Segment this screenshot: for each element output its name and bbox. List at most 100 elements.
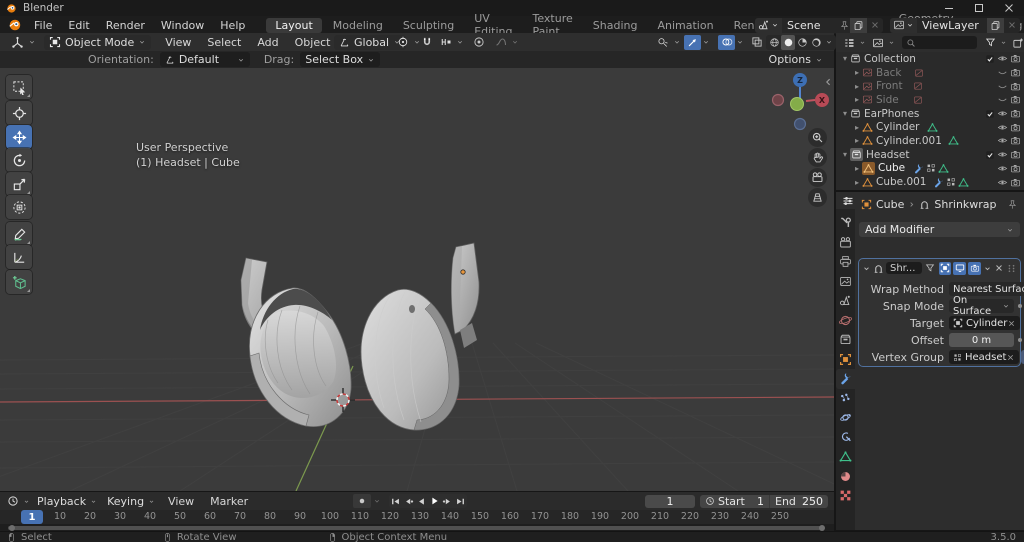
- modifier-extras-chevron-icon[interactable]: [983, 264, 992, 273]
- editor-type-button[interactable]: [6, 35, 41, 50]
- camera-render-icon[interactable]: [1010, 122, 1021, 133]
- menu-timeline-view[interactable]: View: [160, 495, 202, 508]
- animate-dot[interactable]: [1018, 304, 1022, 308]
- snap-mode-dropdown[interactable]: On Surface: [949, 299, 1014, 313]
- expander-icon[interactable]: ▸: [852, 82, 862, 91]
- perspective-toggle-button[interactable]: [808, 188, 827, 207]
- eye-closed-icon[interactable]: [997, 67, 1008, 78]
- shading-rendered-button[interactable]: [809, 35, 823, 50]
- expander-icon[interactable]: ▸: [852, 178, 862, 187]
- menu-select[interactable]: Select: [199, 36, 249, 49]
- gizmo-x-neg-axis[interactable]: [773, 95, 784, 106]
- tab-render[interactable]: [836, 233, 855, 253]
- collapse-chevron-icon[interactable]: [862, 264, 871, 273]
- tool-scale[interactable]: [6, 172, 32, 196]
- timeline-scrollbar[interactable]: [0, 524, 834, 531]
- scrollbar-right-handle[interactable]: [819, 525, 825, 531]
- outliner-item-label[interactable]: Cube: [878, 162, 905, 174]
- camera-render-icon[interactable]: [1010, 81, 1021, 92]
- drag-grip-icon[interactable]: [1006, 263, 1017, 274]
- new-view-layer-button[interactable]: [987, 18, 1004, 33]
- auto-keying-toggle[interactable]: [353, 494, 371, 508]
- tool-measure[interactable]: [6, 245, 32, 269]
- playhead[interactable]: 1: [21, 510, 43, 524]
- camera-render-icon[interactable]: [1010, 53, 1021, 64]
- snap-target-dropdown[interactable]: [435, 35, 469, 50]
- breadcrumb-modifier[interactable]: Shrinkwrap: [934, 198, 996, 211]
- outliner-item-label[interactable]: Front: [876, 80, 903, 92]
- camera-render-icon[interactable]: [1010, 149, 1021, 160]
- wrap-method-dropdown[interactable]: Nearest Surface ...: [949, 282, 1024, 296]
- tab-output[interactable]: [836, 252, 855, 272]
- eye-closed-icon[interactable]: [997, 81, 1008, 92]
- zoom-view-button[interactable]: [808, 128, 827, 147]
- outliner-row-earphones[interactable]: ▾ EarPhones: [836, 107, 1024, 121]
- tab-texture[interactable]: [836, 486, 855, 506]
- proportional-editing-toggle[interactable]: [470, 35, 487, 50]
- scene-name[interactable]: Scene: [782, 19, 839, 32]
- checkbox-icon[interactable]: [985, 150, 995, 160]
- tab-collection[interactable]: [836, 330, 855, 350]
- end-frame-field[interactable]: End 250: [770, 495, 828, 508]
- jump-to-start-button[interactable]: [389, 494, 402, 508]
- modifier-name-field[interactable]: Shr...: [886, 262, 922, 274]
- tab-particles[interactable]: [836, 389, 855, 409]
- sidebar-toggle[interactable]: [824, 76, 833, 88]
- menu-keying[interactable]: Keying: [102, 494, 160, 509]
- add-modifier-button[interactable]: Add Modifier: [859, 222, 1020, 237]
- chevron-down-icon[interactable]: [373, 497, 381, 505]
- tab-scene[interactable]: [836, 291, 855, 311]
- camera-render-icon[interactable]: [1010, 108, 1021, 119]
- outliner-display-mode-button[interactable]: [870, 35, 897, 50]
- eye-closed-icon[interactable]: [997, 94, 1008, 105]
- pin-icon[interactable]: [839, 20, 850, 31]
- pin-icon[interactable]: [1007, 199, 1018, 210]
- menu-view[interactable]: View: [157, 36, 199, 49]
- new-collection-icon[interactable]: [1012, 37, 1024, 49]
- menu-playback[interactable]: Playback: [32, 494, 102, 509]
- tool-annotate[interactable]: [6, 222, 32, 246]
- tool-transform[interactable]: [6, 195, 32, 219]
- outliner-item-label[interactable]: Cylinder: [876, 121, 919, 133]
- play-button[interactable]: [428, 494, 441, 508]
- options-dropdown[interactable]: Options: [764, 52, 828, 67]
- menu-marker[interactable]: Marker: [202, 495, 256, 508]
- eye-icon[interactable]: [997, 53, 1008, 64]
- tab-animation[interactable]: Animation: [648, 18, 722, 33]
- orientation-setting-dropdown[interactable]: Default: [160, 52, 250, 67]
- expander-icon[interactable]: ▾: [840, 109, 850, 118]
- view-layer-browse-button[interactable]: [890, 18, 917, 33]
- menu-object[interactable]: Object: [287, 36, 339, 49]
- menu-render[interactable]: Render: [98, 19, 153, 32]
- outliner-row-side[interactable]: ▸ Side: [836, 93, 1024, 107]
- modifier-realtime-toggle[interactable]: [953, 262, 966, 275]
- outliner-row-cylinder[interactable]: ▸ Cylinder: [836, 120, 1024, 134]
- breadcrumb-object[interactable]: Cube: [876, 198, 904, 211]
- chevron-down-icon[interactable]: [736, 38, 744, 46]
- outliner-row-cube[interactable]: ▸ Cube: [836, 162, 1024, 176]
- camera-view-button[interactable]: [808, 168, 827, 187]
- gizmo-z-neg-axis[interactable]: [795, 119, 806, 130]
- offset-slider[interactable]: 0 m: [949, 333, 1014, 347]
- xray-toggle[interactable]: [748, 35, 765, 50]
- eye-icon[interactable]: [997, 135, 1008, 146]
- prev-keyframe-button[interactable]: [402, 494, 415, 508]
- outliner-item-label[interactable]: Headset: [866, 149, 910, 161]
- 3d-viewport[interactable]: Z X User Perspective (1) Headset | Cube: [0, 68, 834, 491]
- jump-to-end-button[interactable]: [454, 494, 467, 508]
- outliner-row-headset[interactable]: ▾ Headset: [836, 148, 1024, 162]
- expander-icon[interactable]: ▸: [852, 164, 862, 173]
- timeline-ruler[interactable]: 1102030405060708090100110120130140150160…: [0, 510, 834, 524]
- modifier-on-cage-toggle[interactable]: [939, 262, 952, 275]
- vertex-group-field[interactable]: Headset: [949, 350, 1019, 364]
- outliner-editor-type-button[interactable]: [841, 35, 868, 50]
- menu-file[interactable]: File: [26, 19, 60, 32]
- outliner-item-label[interactable]: Side: [876, 94, 899, 106]
- scrollbar-left-handle[interactable]: [9, 525, 15, 531]
- outliner-row-cylinder-001[interactable]: ▸ Cylinder.001: [836, 134, 1024, 148]
- modifier-render-toggle[interactable]: [968, 262, 981, 275]
- camera-render-icon[interactable]: [1010, 94, 1021, 105]
- tab-modeling[interactable]: Modeling: [324, 18, 392, 33]
- outliner-row-collection[interactable]: ▾ Collection: [836, 52, 1024, 66]
- outliner-filter-button[interactable]: [983, 35, 1009, 50]
